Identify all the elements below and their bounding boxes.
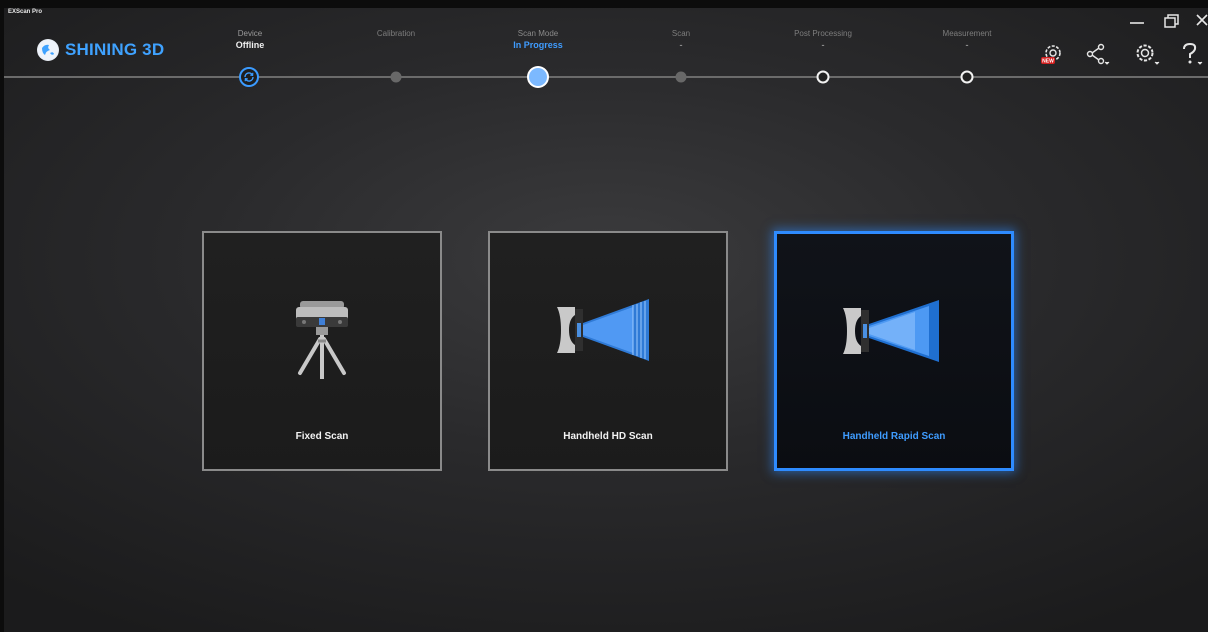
new-badge: NEW <box>1042 59 1054 65</box>
scan-mode-handheld-rapid-label: Handheld Rapid Scan <box>842 431 946 442</box>
restore-button[interactable] <box>1162 12 1180 35</box>
step-calibration-status <box>336 40 456 52</box>
restore-icon <box>1164 14 1179 28</box>
share-button[interactable] <box>1086 43 1112 72</box>
settings-button[interactable] <box>1134 43 1162 72</box>
scan-mode-fixed-card[interactable]: Fixed Scan <box>202 231 442 471</box>
scan-mode-fixed-label: Fixed Scan <box>295 431 349 442</box>
step-scan-status: - <box>679 40 683 50</box>
help-icon <box>1183 42 1203 65</box>
step-device[interactable]: Device Offline <box>190 29 310 52</box>
step-measurement-name: Measurement <box>942 29 992 38</box>
step-scan-mode-node[interactable] <box>529 68 547 86</box>
new-feature-gear-icon: NEW <box>1041 45 1061 65</box>
help-button[interactable] <box>1180 42 1206 72</box>
step-calibration[interactable]: Calibration <box>336 29 456 52</box>
window-title: EXScan Pro <box>8 9 43 15</box>
step-calibration-name: Calibration <box>376 29 416 38</box>
step-calibration-node[interactable] <box>390 71 402 83</box>
refresh-icon <box>244 72 254 82</box>
handheld-hd-scanner-icon <box>553 295 663 370</box>
step-scan-name: Scan <box>671 29 691 38</box>
step-measurement-node[interactable] <box>960 70 974 84</box>
step-scan-mode-status: In Progress <box>513 40 563 50</box>
step-scan[interactable]: Scan - <box>621 29 741 52</box>
close-button[interactable] <box>1194 12 1208 35</box>
scan-mode-handheld-hd-card[interactable]: Handheld HD Scan <box>488 231 728 471</box>
step-scan-node[interactable] <box>675 71 687 83</box>
share-icon <box>1086 43 1110 65</box>
brand-logo: SHINING 3D <box>37 39 164 61</box>
new-feature-button[interactable]: NEW <box>1039 43 1065 72</box>
step-measurement[interactable]: Measurement - <box>907 29 1027 52</box>
step-post-processing-node[interactable] <box>816 70 830 84</box>
app-window: EXScan Pro SHINING 3D Device Offline Cal… <box>4 8 1208 632</box>
handheld-rapid-scanner-icon <box>839 296 949 371</box>
minimize-icon <box>1130 22 1144 24</box>
step-device-node[interactable] <box>239 67 259 87</box>
step-device-status: Offline <box>235 40 265 50</box>
brand-name: SHINING 3D <box>65 40 165 59</box>
step-scan-mode-name: Scan Mode <box>517 29 559 38</box>
tripod-scanner-icon <box>282 295 362 400</box>
shining3d-logo-icon <box>37 39 59 61</box>
step-device-name: Device <box>237 29 263 38</box>
minimize-button[interactable] <box>1128 12 1146 35</box>
step-scan-mode[interactable]: Scan Mode In Progress <box>478 29 598 52</box>
scan-mode-handheld-hd-label: Handheld HD Scan <box>563 431 653 442</box>
step-post-processing-status: - <box>821 40 825 50</box>
progress-track <box>4 76 1208 78</box>
step-post-processing[interactable]: Post Processing - <box>763 29 883 52</box>
step-post-processing-name: Post Processing <box>794 29 852 38</box>
settings-icon <box>1136 44 1160 65</box>
scan-mode-handheld-rapid-card[interactable]: Handheld Rapid Scan <box>774 231 1014 471</box>
step-measurement-status: - <box>965 40 969 50</box>
close-icon <box>1196 14 1208 26</box>
